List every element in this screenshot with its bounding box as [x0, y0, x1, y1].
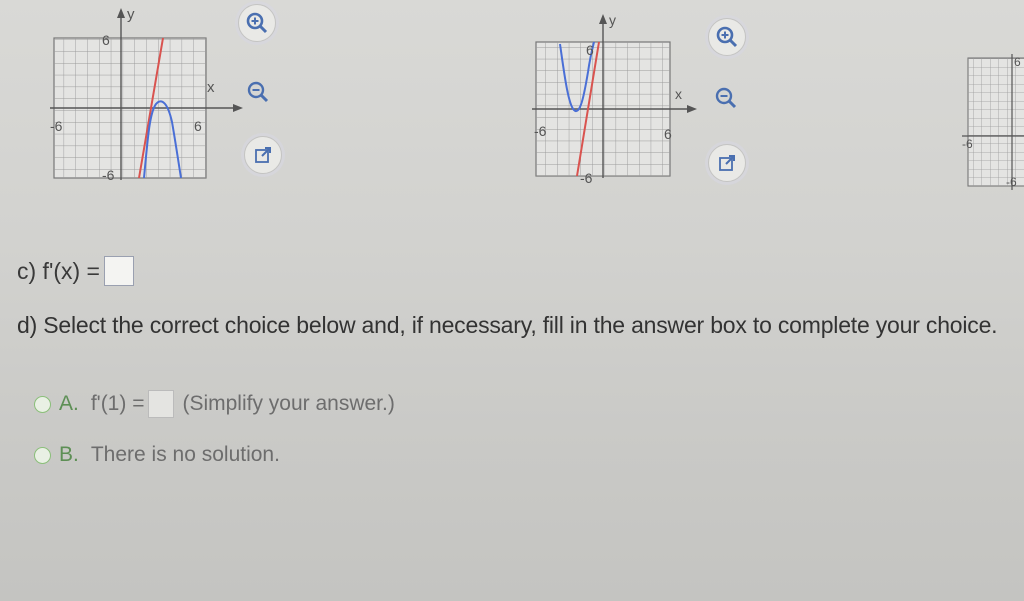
graph-b-y-axis-label: y [609, 12, 616, 28]
graph-c-x-tick-left: -6 [962, 137, 973, 151]
zoom-out-icon [247, 81, 269, 103]
graph-a-y-axis-label: y [127, 6, 135, 23]
graph-c-y-tick-top: 6 [1014, 55, 1021, 69]
choice-a[interactable]: A. f'(1) = (Simplify your answer.) [34, 390, 395, 418]
graph-a-x-tick-left: -6 [50, 118, 63, 134]
graph-c-y-tick-bottom: -6 [1006, 175, 1017, 189]
graph-a-x-axis-label: x [207, 79, 215, 96]
graph-a-zoom-out-button[interactable] [240, 74, 276, 110]
graph-b-y-tick-bottom: -6 [580, 170, 593, 186]
graph-a-y-tick-bottom: -6 [102, 167, 115, 183]
choice-a-answer-box[interactable] [148, 390, 175, 418]
zoom-in-icon [246, 12, 268, 34]
graph-b-zoom-in-button[interactable] [708, 18, 746, 56]
question-d-instruction: d) Select the correct choice below and, … [17, 312, 998, 338]
graph-a-x-tick-right: 6 [194, 118, 202, 134]
choice-b-letter: B. [59, 443, 79, 466]
graph-b-x-tick-right: 6 [664, 126, 672, 142]
graph-b-zoom-out-button[interactable] [708, 80, 744, 116]
choice-a-expression: f'(1) = [90, 392, 145, 415]
choice-b-radio[interactable] [34, 446, 51, 464]
graph-a-open-window-button[interactable] [244, 136, 282, 174]
graph-b: y x 6 -6 -6 6 [522, 12, 712, 187]
question-c-prompt: c) f'(x) = [17, 257, 100, 284]
graph-a-y-tick-top: 6 [102, 32, 110, 48]
graph-a: y x 6 -6 -6 6 [40, 4, 243, 189]
graph-b-open-window-button[interactable] [708, 144, 746, 182]
choice-b-text: There is no solution. [90, 443, 280, 466]
choice-a-letter: A. [59, 392, 79, 415]
choice-a-hint: (Simplify your answer.) [182, 392, 395, 415]
choice-b[interactable]: B. There is no solution. [34, 443, 280, 467]
zoom-out-icon [715, 87, 737, 109]
graph-c: 6 -6 -6 [956, 50, 1024, 195]
graph-b-x-axis-label: x [675, 86, 682, 102]
question-c: c) f'(x) = [17, 256, 134, 286]
graph-b-x-tick-left: -6 [534, 123, 547, 139]
open-new-window-icon [255, 147, 271, 163]
zoom-in-icon [716, 26, 738, 48]
choice-a-radio[interactable] [34, 395, 51, 413]
open-new-window-icon [719, 155, 735, 171]
graph-b-y-tick-top: 6 [586, 42, 594, 58]
question-c-answer-box[interactable] [103, 256, 134, 286]
graph-a-zoom-in-button[interactable] [238, 4, 276, 42]
